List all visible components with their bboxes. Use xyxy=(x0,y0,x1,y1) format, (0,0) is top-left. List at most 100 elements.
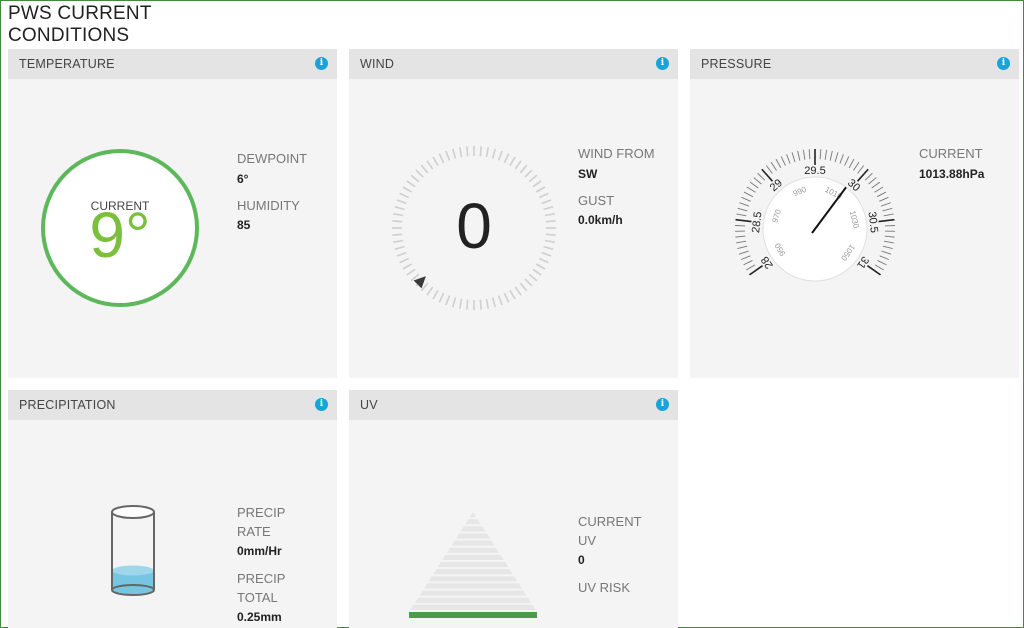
temperature-card-title: TEMPERATURE xyxy=(19,57,115,71)
precip-rate-label-line1: PRECIP xyxy=(237,505,286,520)
uv-card-title: UV xyxy=(360,398,378,412)
compass-tick xyxy=(528,174,538,183)
uv-pyramid-band xyxy=(428,576,518,582)
precip-rate-label-line2: RATE xyxy=(237,524,271,539)
barometer-tick xyxy=(775,158,782,169)
uv-pyramid-band xyxy=(419,590,527,596)
precip-total-value: 0.25mm xyxy=(237,610,282,624)
info-icon[interactable]: i xyxy=(315,398,328,411)
compass-tick xyxy=(452,297,457,308)
wind-card-header: WIND i xyxy=(349,49,678,79)
uv-pyramid-band xyxy=(455,533,491,539)
compass-tick xyxy=(532,180,542,188)
pressure-card-title: PRESSURE xyxy=(701,57,772,71)
uv-pyramid xyxy=(409,512,537,618)
gust-label: GUST xyxy=(578,193,615,208)
barometer-tick xyxy=(740,255,751,261)
uv-pyramid-band xyxy=(423,583,523,589)
compass-tick xyxy=(432,289,439,300)
compass-tick xyxy=(509,156,516,167)
rain-gauge-cylinder xyxy=(111,505,155,596)
precip-total-label-line1: PRECIP xyxy=(237,571,286,586)
wind-card-title: WIND xyxy=(360,57,395,71)
precipitation-card-title: PRECIPITATION xyxy=(19,398,116,412)
barometer-tick xyxy=(735,218,752,223)
barometer-tick xyxy=(877,260,887,266)
uv-pyramid-band xyxy=(410,604,536,610)
compass-tick xyxy=(452,148,457,159)
barometer-tick xyxy=(737,207,748,212)
barometer-tick xyxy=(741,196,751,202)
compass-tick xyxy=(432,156,439,167)
compass-tick xyxy=(519,282,528,292)
compass-tick xyxy=(458,147,463,158)
barometer-tick xyxy=(883,213,894,217)
compass-tick xyxy=(519,164,528,174)
wind-from-value: SW xyxy=(578,167,598,181)
barometer-tick xyxy=(749,181,759,189)
barometer-tick xyxy=(864,172,873,181)
compass-tick xyxy=(438,292,445,303)
barometer-tick xyxy=(853,161,860,171)
compass-tick xyxy=(524,278,533,287)
barometer-tick xyxy=(753,177,762,185)
uv-pyramid-band xyxy=(469,512,477,518)
barometer-tick xyxy=(844,156,850,166)
compass-tick xyxy=(479,146,482,157)
info-icon[interactable]: i xyxy=(656,57,669,70)
uv-current-label-line2: UV xyxy=(578,533,597,548)
compass-tick xyxy=(524,169,533,178)
rain-gauge-water-surface xyxy=(112,565,154,576)
uv-current-value: 0 xyxy=(578,553,585,567)
dewpoint-label: DEWPOINT xyxy=(237,151,308,166)
barometer-tick xyxy=(735,235,746,238)
precipitation-card-header: PRECIPITATION i xyxy=(8,390,337,420)
barometer-tick xyxy=(746,186,756,193)
barometer-tick xyxy=(834,152,839,163)
pressure-card: PRESSURE i 28 28.5 29 29.5 30 30.5 31 950 970 99… xyxy=(690,49,1019,378)
barometer-tick xyxy=(880,202,891,207)
pressure-card-header: PRESSURE i xyxy=(690,49,1019,79)
humidity-label: HUMIDITY xyxy=(237,198,300,213)
compass-tick xyxy=(528,273,538,282)
barometer-inhg-label: 29.5 xyxy=(804,165,825,177)
compass-tick xyxy=(445,150,451,161)
compass-tick xyxy=(497,295,503,306)
barometer-tick xyxy=(881,250,892,255)
barometer-tick xyxy=(743,260,753,266)
barometer-tick xyxy=(879,196,889,202)
uv-current-label-line1: CURRENT xyxy=(578,514,642,529)
uv-pyramid-band xyxy=(414,597,532,603)
uv-pyramid-base-band xyxy=(409,612,537,618)
compass-tick xyxy=(514,160,522,170)
barometer-tick xyxy=(882,245,893,250)
compass-tick xyxy=(509,289,516,300)
barometer-tick xyxy=(739,202,750,207)
barometer-tick xyxy=(765,165,773,174)
temperature-current-value: 9° xyxy=(89,199,151,271)
barometer-tick xyxy=(878,218,895,223)
pressure-barometer: 2828.52929.53030.531 950970990 1010103010… xyxy=(735,149,895,282)
uv-pyramid-band xyxy=(442,554,504,560)
precip-total-label-line2: TOTAL xyxy=(237,590,278,605)
pressure-current-value: 1013.88hPa xyxy=(919,167,985,181)
barometer-tick xyxy=(874,186,884,193)
wind-from-label: WIND FROM xyxy=(578,146,655,161)
barometer-tick xyxy=(743,191,754,198)
uv-pyramid-band xyxy=(433,569,513,575)
barometer-tick xyxy=(857,165,865,174)
gust-value: 0.0km/h xyxy=(578,213,623,227)
barometer-tick xyxy=(874,264,884,271)
info-icon[interactable]: i xyxy=(997,57,1010,70)
info-icon[interactable]: i xyxy=(656,398,669,411)
barometer-tick xyxy=(786,154,791,164)
compass-tick xyxy=(406,268,416,276)
compass-tick xyxy=(402,263,413,270)
pressure-current-label: CURRENT xyxy=(919,146,983,161)
uv-card: UV i CURRENT UV 0 UV RISK xyxy=(349,390,678,628)
barometer-tick xyxy=(879,255,890,261)
compass-tick xyxy=(503,292,510,303)
compass-tick xyxy=(426,286,434,296)
barometer-tick xyxy=(802,149,806,160)
info-icon[interactable]: i xyxy=(315,57,328,70)
